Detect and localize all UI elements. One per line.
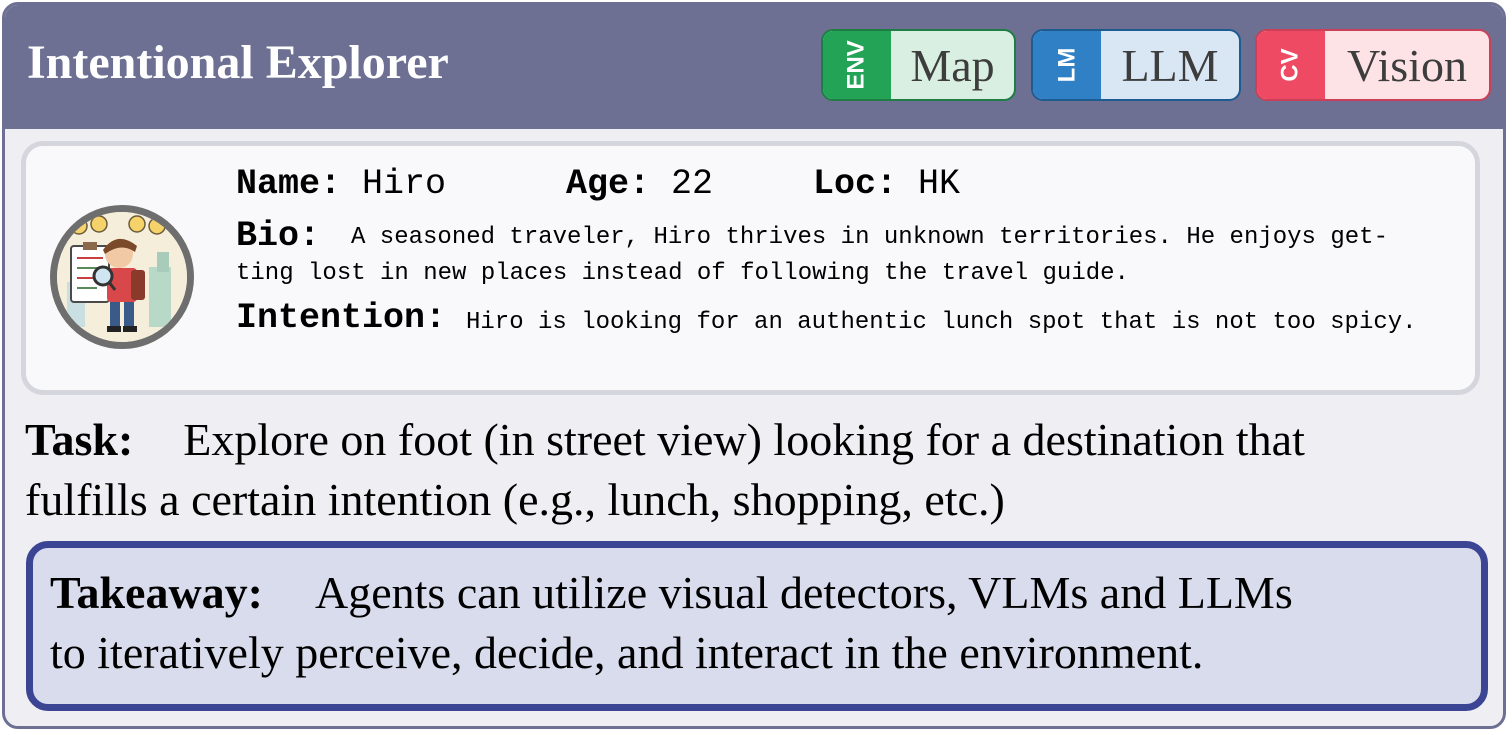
bio-text-line2: ting lost in new places instead of follo… bbox=[236, 260, 1129, 287]
takeaway-text-line2: to iteratively perceive, decide, and int… bbox=[50, 627, 1204, 678]
tag-lm-code: LM bbox=[1033, 31, 1101, 99]
task-text-line1: Explore on foot (in street view) looking… bbox=[183, 414, 1305, 465]
tag-cv-vision: CV Vision bbox=[1255, 29, 1491, 101]
explorer-avatar-icon bbox=[50, 205, 194, 349]
task-label: Task: bbox=[25, 414, 134, 465]
tag-lm-llm: LM LLM bbox=[1031, 29, 1241, 101]
tag-env-code: ENV bbox=[823, 31, 891, 99]
intention-text: Hiro is looking for an authentic lunch s… bbox=[466, 309, 1417, 336]
intention-label: Intention: bbox=[236, 298, 447, 338]
loc-value: HK bbox=[918, 164, 961, 204]
tag-lm-label: LLM bbox=[1121, 39, 1219, 91]
tag-env-map: ENV Map bbox=[821, 29, 1016, 101]
bio-label: Bio: bbox=[236, 216, 321, 256]
age-label: Age: bbox=[566, 164, 651, 204]
loc-label: Loc: bbox=[813, 164, 898, 204]
task-section: Task: Explore on foot (in street view) lo… bbox=[25, 410, 1495, 530]
takeaway-section: Takeaway: Agents can utilize visual detec… bbox=[50, 563, 1480, 683]
tag-cv-label: Vision bbox=[1347, 39, 1467, 91]
tag-cv-code: CV bbox=[1257, 31, 1325, 99]
age-value: 22 bbox=[671, 164, 714, 204]
loc-row: Loc: HK bbox=[813, 164, 960, 204]
bio-text-line1: A seasoned traveler, Hiro thrives in unk… bbox=[351, 224, 1388, 251]
tag-env-label: Map bbox=[910, 39, 995, 91]
task-text-line2: fulfills a certain intention (e.g., lunc… bbox=[25, 474, 1005, 525]
name-value: Hiro bbox=[362, 164, 447, 204]
age-row: Age: 22 bbox=[566, 164, 713, 204]
takeaway-text-line1: Agents can utilize visual detectors, VLM… bbox=[315, 567, 1293, 618]
card-title: Intentional Explorer bbox=[27, 36, 449, 89]
task-line1: Task: Explore on foot (in street view) lo… bbox=[25, 410, 1495, 470]
name-row: Name: Hiro bbox=[236, 164, 446, 204]
takeaway-label: Takeaway: bbox=[50, 567, 263, 618]
takeaway-line1: Takeaway: Agents can utilize visual detec… bbox=[50, 563, 1480, 623]
name-label: Name: bbox=[236, 164, 342, 204]
